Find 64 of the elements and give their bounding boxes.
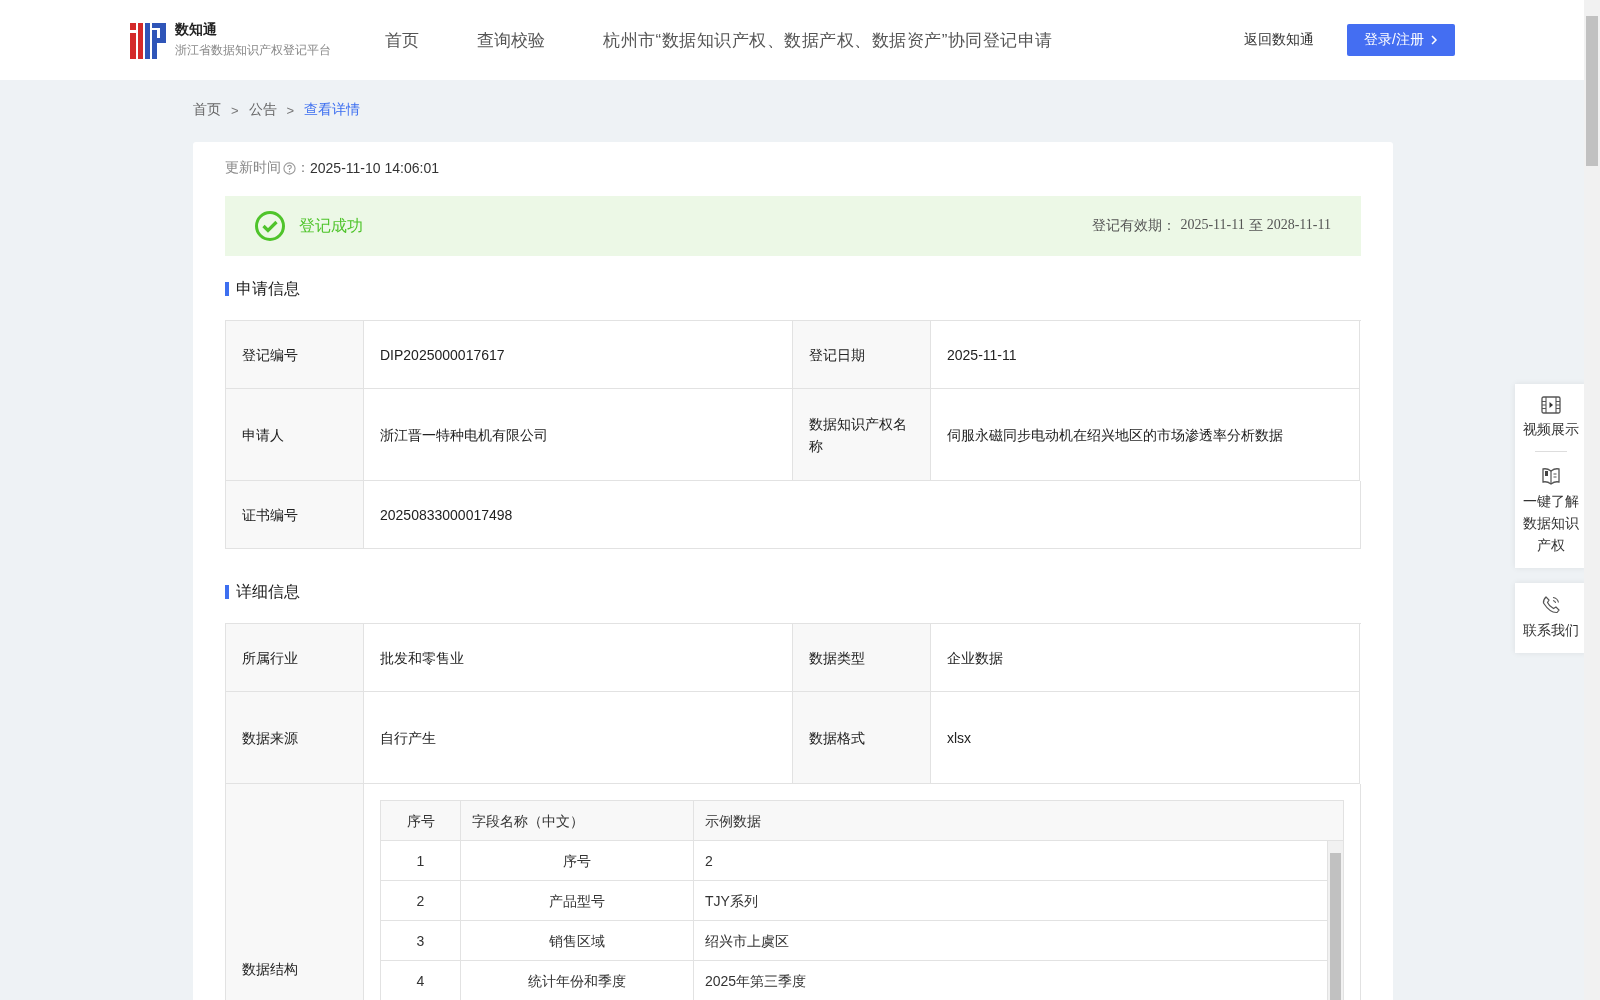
field-label: 数据知识产权名称 [793, 389, 931, 481]
login-button[interactable]: 登录/注册 [1347, 24, 1455, 56]
check-circle-icon [254, 210, 286, 242]
side-link[interactable]: 视频展示 [1516, 394, 1584, 442]
book-icon [1541, 466, 1561, 486]
field-label: 登记编号 [226, 321, 364, 389]
breadcrumb-link[interactable]: 首页 [193, 101, 221, 119]
nav-link[interactable]: 首页 [385, 28, 419, 52]
field-label: 登记日期 [793, 321, 931, 389]
field-label: 数据来源 [226, 692, 364, 784]
side-link[interactable]: 联系我们 [1516, 593, 1584, 643]
field-label: 数据类型 [793, 624, 931, 692]
validity-separator: 至 [1248, 217, 1263, 235]
breadcrumb-link[interactable]: 查看详情 [304, 101, 361, 119]
section-title: 详细信息 [236, 581, 300, 602]
column-header: 示例数据 [704, 811, 762, 831]
field-value: 伺服永磁同步电动机在绍兴地区的市场渗透率分析数据 [931, 389, 1360, 481]
field-value: 2025-11-11 [931, 321, 1360, 389]
side-label: 一键了解数据知识产权 [1522, 492, 1580, 555]
table-cell: 4 [381, 961, 461, 1000]
validity-label: 登记有效期： [1092, 217, 1177, 235]
chevron-icon [1429, 35, 1438, 45]
accent-bar [225, 585, 229, 599]
field-value: 20250833000017498 [364, 481, 1361, 549]
table-cell: 序号 [461, 841, 694, 880]
field-label: 申请人 [226, 389, 364, 481]
validity-date: 2028-11-11 [1266, 217, 1331, 234]
film-icon [1541, 396, 1561, 414]
help-icon [283, 161, 296, 175]
table-cell: 1 [381, 841, 461, 880]
status-text: 登记成功 [299, 215, 363, 236]
field-label: 证书编号 [226, 481, 364, 549]
field-label: 数据结构 [226, 784, 364, 1000]
table-cell: 产品型号 [461, 881, 694, 920]
side-label: 视频展示 [1522, 420, 1580, 439]
breadcrumb-link[interactable]: 公告 [248, 101, 277, 119]
brand-name: 数知通 [175, 21, 218, 39]
back-link[interactable]: 返回数知通 [1244, 31, 1314, 49]
validity-date: 2025-11-11 [1180, 217, 1245, 234]
table-cell: 2 [381, 881, 461, 920]
table-cell: 销售区域 [461, 921, 694, 960]
column-header: 序号 [381, 801, 461, 840]
field-value: xlsx [931, 692, 1360, 784]
phone-icon [1541, 595, 1561, 615]
column-header: 字段名称（中文） [461, 801, 694, 840]
field-value: 企业数据 [931, 624, 1360, 692]
scrollbar[interactable] [1584, 0, 1600, 1000]
field-label: 所属行业 [226, 624, 364, 692]
brand-subtitle: 浙江省数据知识产权登记平台 [175, 42, 331, 59]
breadcrumb-separator: > [286, 102, 295, 118]
update-time-label: 更新时间 [225, 159, 281, 177]
logo-icon [130, 21, 166, 59]
nav-link[interactable]: 杭州市“数据知识产权、数据产权、数据资产”协同登记申请 [603, 28, 1053, 52]
side-label: 联系我们 [1522, 621, 1580, 640]
table-cell: 3 [381, 921, 461, 960]
nav-link[interactable]: 查询校验 [477, 28, 545, 52]
field-label: 数据格式 [793, 692, 931, 784]
accent-bar [225, 282, 229, 296]
breadcrumb-separator: > [231, 102, 239, 118]
section-title: 申请信息 [236, 278, 300, 299]
update-time-value: 2025-11-10 14:06:01 [310, 160, 439, 176]
table-cell: 统计年份和季度 [461, 961, 694, 1000]
side-link[interactable]: 一键了解数据知识产权 [1516, 464, 1584, 558]
colon: ： [296, 159, 310, 177]
